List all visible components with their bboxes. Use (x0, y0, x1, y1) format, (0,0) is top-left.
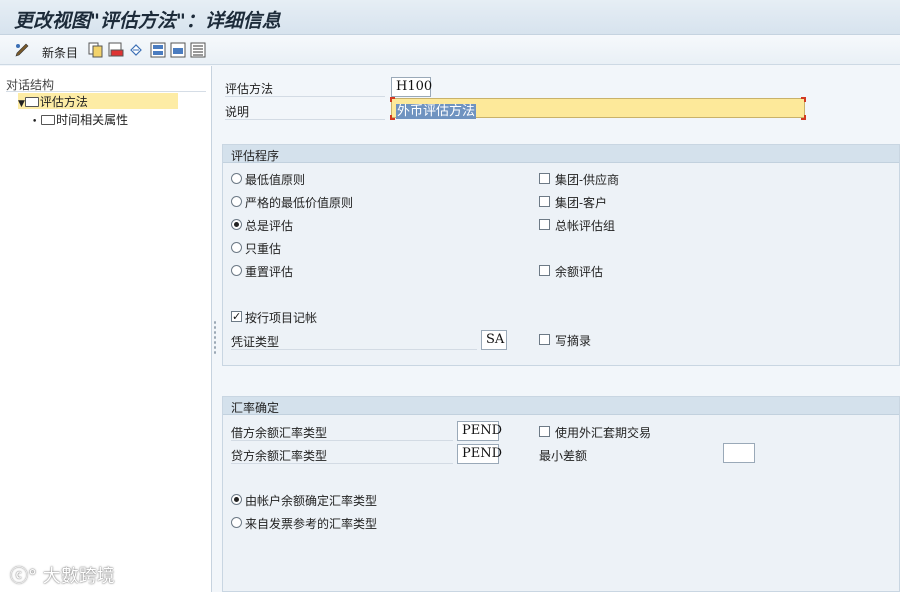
expand-arrow-icon[interactable]: ▼ (18, 99, 25, 109)
watermark-icon: ⓒ° (10, 566, 37, 587)
edit-pencil-icon[interactable] (14, 42, 30, 58)
folder-icon (41, 115, 56, 125)
checkbox-label: 余额评估 (555, 265, 604, 279)
required-marker (390, 97, 395, 102)
radio-rate-from-account-balance[interactable] (231, 494, 242, 505)
document-type-label: 凭证类型 (231, 335, 280, 349)
radio-label: 总是评估 (245, 219, 294, 233)
checkbox-group-vendor[interactable] (539, 173, 550, 184)
checkbox-line-item-posting[interactable]: ✓ (231, 311, 242, 322)
radio-label: 最低值原则 (245, 173, 306, 187)
delete-icon[interactable] (108, 42, 124, 58)
checkbox-write-log[interactable] (539, 334, 550, 345)
checkbox-label: 集团-供应商 (555, 173, 620, 187)
checkbox-label: 总帐评估组 (555, 219, 616, 233)
checkbox-label: 使用外汇套期交易 (555, 426, 652, 440)
required-marker (801, 115, 806, 120)
folder-open-icon (24, 97, 39, 107)
checkbox-balance-valuation[interactable] (539, 265, 550, 276)
tree-header: 对话结构 (6, 76, 206, 92)
description-text: 外币评估方法 (396, 104, 477, 119)
new-entry-button[interactable]: 新条目 (42, 44, 78, 61)
radio-label: 严格的最低价值原则 (245, 196, 354, 210)
checkbox-label: 写摘录 (555, 334, 592, 348)
debit-rate-type-field[interactable]: PEND (457, 421, 502, 441)
tree-item-valuation-method[interactable]: ▼ 评估方法 (18, 93, 178, 109)
description-label: 说明 (225, 105, 250, 119)
radio-rate-from-invoice-reference[interactable] (231, 517, 242, 528)
valuation-method-label: 评估方法 (225, 82, 274, 96)
title-bar: 更改视图"评估方法"：详细信息 (0, 0, 900, 35)
radio-label: 重置评估 (245, 265, 294, 279)
watermark-logo: ⓒ° 大數跨境 (10, 562, 115, 588)
panel-splitter[interactable] (213, 320, 217, 354)
radio-lowest-value[interactable] (231, 173, 242, 184)
required-marker (801, 97, 806, 102)
application-toolbar: 新条目 (0, 35, 900, 65)
checkbox-gl-valuation-group[interactable] (539, 219, 550, 230)
min-difference-label: 最小差额 (539, 449, 588, 463)
credit-rate-type-label: 贷方余额汇率类型 (231, 449, 328, 463)
radio-label: 由帐户余额确定汇率类型 (245, 494, 378, 508)
page-title: 更改视图"评估方法"：详细信息 (14, 10, 281, 32)
tree-item-label: 评估方法 (39, 95, 88, 109)
dialog-structure-panel: 对话结构 ▼ 评估方法 • 时间相关属性 (0, 66, 212, 592)
radio-strict-lowest-value[interactable] (231, 196, 242, 207)
radio-always-evaluate[interactable] (231, 219, 242, 230)
radio-reset-valuation[interactable] (231, 265, 242, 276)
description-input[interactable]: 外币评估方法 (391, 98, 805, 119)
exchange-rate-group: 汇率确定 借方余额汇率类型 PEND 贷方余额汇率类型 PEND 使用外汇套期交… (222, 396, 900, 592)
checkbox-use-forex-hedge[interactable] (539, 426, 550, 437)
copy-as-icon[interactable] (88, 42, 104, 58)
detail-area: 评估方法 H100 说明 外币评估方法 评估程序 最低值原则 严格的最低价值原则… (219, 66, 900, 592)
debit-rate-type-label: 借方余额汇率类型 (231, 426, 328, 440)
checkbox-label: 按行项目记帐 (245, 311, 318, 325)
checkbox-group-customer[interactable] (539, 196, 550, 207)
watermark-text: 大數跨境 (42, 566, 115, 587)
select-all-icon[interactable] (150, 42, 166, 58)
group-title: 评估程序 (223, 145, 899, 163)
undo-change-icon[interactable] (128, 42, 144, 58)
tree-item-time-dependent-attributes[interactable]: • 时间相关属性 (32, 111, 128, 127)
checkbox-label: 集团-客户 (555, 196, 608, 210)
group-title: 汇率确定 (223, 397, 899, 415)
credit-rate-type-field[interactable]: PEND (457, 444, 502, 464)
document-type-field[interactable]: SA (481, 330, 507, 350)
radio-label: 来自发票参考的汇率类型 (245, 517, 378, 531)
radio-revaluation-only[interactable] (231, 242, 242, 253)
radio-label: 只重估 (245, 242, 282, 256)
required-marker (390, 115, 395, 120)
select-block-icon[interactable] (170, 42, 186, 58)
bullet-icon: • (32, 117, 38, 127)
valuation-procedure-group: 评估程序 最低值原则 严格的最低价值原则 总是评估 只重估 重置评估 集团-供应… (222, 144, 900, 366)
deselect-all-icon[interactable] (190, 42, 206, 58)
valuation-method-field: H100 (391, 77, 432, 97)
min-difference-input[interactable] (723, 443, 755, 463)
tree-item-label: 时间相关属性 (56, 113, 129, 127)
